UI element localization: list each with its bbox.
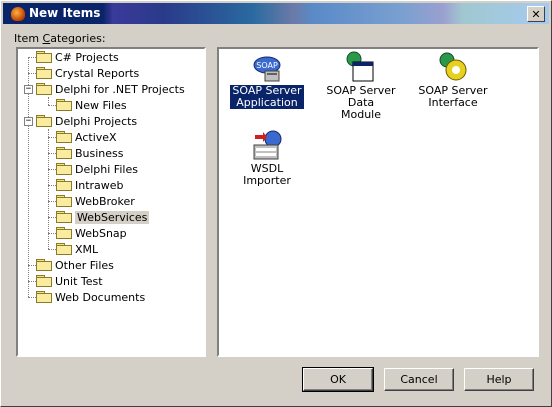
folder-icon [56, 147, 72, 159]
item-label: WSDL Importer [243, 162, 291, 187]
folder-icon [36, 115, 52, 127]
cancel-button[interactable]: Cancel [384, 368, 454, 391]
close-button[interactable]: ✕ [527, 6, 545, 22]
tree-item-xml[interactable]: XML [56, 241, 98, 257]
tree-item-web-documents[interactable]: Web Documents [36, 289, 145, 305]
items-list[interactable]: SOAP SOAP Server Application SOAP Server … [217, 47, 539, 357]
tree-item-csharp-projects[interactable]: C# Projects [36, 49, 119, 65]
tree-item-business[interactable]: Business [56, 145, 124, 161]
collapse-delphi-projects-icon[interactable]: − [24, 117, 33, 126]
item-label: SOAP Server Application [230, 84, 304, 109]
help-button[interactable]: Help [464, 368, 534, 391]
folder-icon [36, 51, 52, 63]
tree-item-websnap[interactable]: WebSnap [56, 225, 127, 241]
ok-button[interactable]: OK [302, 367, 374, 392]
folder-icon [56, 211, 72, 223]
tree-item-webbroker[interactable]: WebBroker [56, 193, 135, 209]
folder-icon [36, 291, 52, 303]
item-wsdl-importer[interactable]: WSDL Importer [227, 129, 307, 187]
folder-icon [56, 163, 72, 175]
folder-icon [36, 259, 52, 271]
item-soap-server-application[interactable]: SOAP SOAP Server Application [227, 51, 307, 109]
tree-item-unit-test[interactable]: Unit Test [36, 273, 103, 289]
tree-item-intraweb[interactable]: Intraweb [56, 177, 124, 193]
delphi-helmet-icon [11, 7, 25, 21]
folder-icon [36, 67, 52, 79]
svg-text:SOAP: SOAP [256, 61, 278, 70]
item-soap-server-interface[interactable]: SOAP Server Interface [413, 51, 493, 109]
tree-item-delphi-net-projects[interactable]: Delphi for .NET Projects [36, 81, 185, 97]
folder-icon [36, 83, 52, 95]
item-soap-server-data-module[interactable]: SOAP Server Data Module [313, 51, 409, 121]
folder-icon [56, 227, 72, 239]
folder-icon [56, 99, 72, 111]
tree-item-other-files[interactable]: Other Files [36, 257, 114, 273]
soap-server-application-icon: SOAP [251, 51, 283, 83]
window-title: New Items [29, 6, 101, 20]
soap-server-interface-icon [437, 51, 469, 83]
categories-tree[interactable]: C# Projects Crystal Reports − Delphi for… [16, 47, 206, 357]
soap-server-data-module-icon [345, 51, 377, 83]
item-label: SOAP Server Interface [418, 84, 488, 109]
title-bar[interactable]: New Items ✕ [3, 3, 549, 24]
folder-icon [56, 131, 72, 143]
item-categories-label: Item Categories: [14, 32, 106, 45]
folder-icon [36, 275, 52, 287]
tree-item-activex[interactable]: ActiveX [56, 129, 117, 145]
tree-item-delphi-projects[interactable]: Delphi Projects [36, 113, 137, 129]
collapse-delphi-net-icon[interactable]: − [24, 85, 33, 94]
item-label: SOAP Server Data Module [326, 84, 396, 121]
wsdl-importer-icon [251, 129, 283, 161]
folder-icon [56, 195, 72, 207]
tree-item-new-files[interactable]: New Files [56, 97, 127, 113]
tree-item-delphi-files[interactable]: Delphi Files [56, 161, 138, 177]
tree-item-webservices[interactable]: WebServices [56, 209, 150, 225]
folder-icon [56, 243, 72, 255]
folder-icon [56, 179, 72, 191]
tree-item-crystal-reports[interactable]: Crystal Reports [36, 65, 139, 81]
